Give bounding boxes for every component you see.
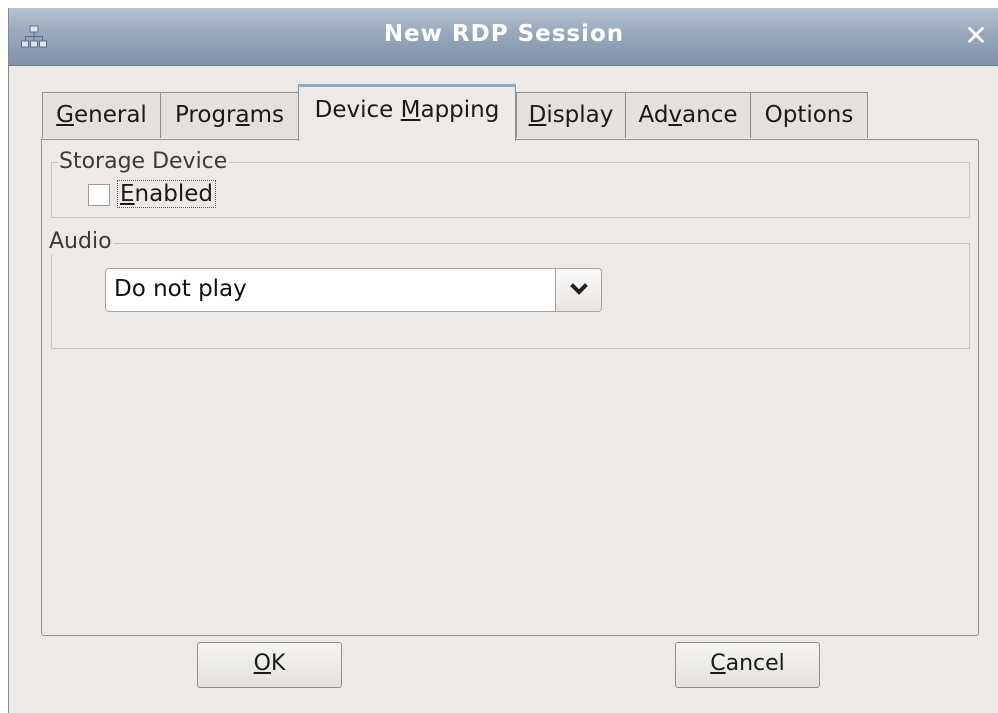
tab-device-mapping[interactable]: Device Mapping xyxy=(298,84,516,141)
cancel-button[interactable]: Cancel xyxy=(675,642,820,688)
tab-display[interactable]: Display xyxy=(516,92,626,138)
close-button[interactable]: ✕ xyxy=(961,21,991,51)
window-title: New RDP Session xyxy=(383,21,625,47)
rdp-session-dialog: New RDP Session ✕ General Programs Devic… xyxy=(8,8,998,713)
tab-general[interactable]: General xyxy=(42,92,161,138)
device-mapping-panel: Storage Device Enabled Audio Do not play xyxy=(41,139,979,636)
audio-select-value: Do not play xyxy=(114,276,247,302)
audio-label: Audio xyxy=(48,229,114,254)
enabled-label[interactable]: Enabled xyxy=(117,180,216,208)
tab-programs[interactable]: Programs xyxy=(160,92,299,138)
tab-advance[interactable]: Advance xyxy=(625,92,751,138)
title-bar[interactable]: New RDP Session ✕ xyxy=(9,8,998,66)
tab-options[interactable]: Options xyxy=(750,92,868,138)
ok-button[interactable]: OK xyxy=(197,642,342,688)
enabled-checkbox[interactable] xyxy=(88,184,110,206)
storage-device-label: Storage Device xyxy=(58,149,230,174)
audio-select[interactable]: Do not play xyxy=(105,268,602,312)
audio-dropdown-button[interactable] xyxy=(555,269,601,311)
chevron-down-icon xyxy=(570,283,588,295)
